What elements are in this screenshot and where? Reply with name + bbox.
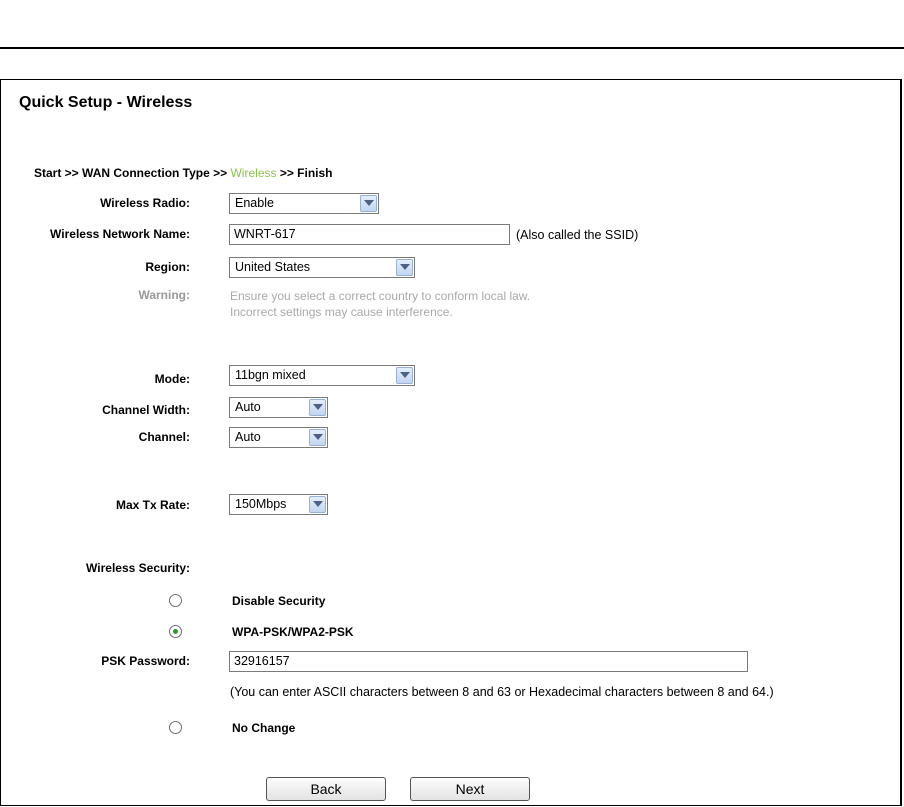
breadcrumb: Start >> WAN Connection Type >> Wireless… [34, 166, 333, 180]
network-name-label: Wireless Network Name: [50, 227, 190, 241]
disable-security-label: Disable Security [232, 594, 326, 608]
mode-select[interactable]: 11bgn mixed [229, 365, 415, 386]
channel-width-select[interactable]: Auto [229, 397, 328, 418]
region-value: United States [235, 260, 311, 274]
radio-wpa-psk[interactable] [169, 625, 182, 638]
mode-label: Mode: [154, 372, 190, 386]
next-button[interactable]: Next [410, 777, 530, 801]
chevron-down-icon[interactable] [309, 399, 326, 416]
network-name-input[interactable]: WNRT-617 [229, 224, 510, 245]
warning-label: Warning: [138, 288, 190, 302]
wpa-psk-label: WPA-PSK/WPA2-PSK [232, 625, 354, 639]
chevron-down-icon[interactable] [309, 496, 326, 513]
region-select[interactable]: United States [229, 257, 415, 278]
channel-label: Channel: [138, 430, 190, 444]
max-tx-rate-value: 150Mbps [235, 497, 287, 511]
chevron-down-icon[interactable] [396, 259, 413, 276]
channel-width-value: Auto [235, 400, 261, 414]
back-button[interactable]: Back [266, 777, 386, 801]
breadcrumb-after: >> Finish [276, 166, 333, 180]
radio-disable-security[interactable] [169, 594, 182, 607]
chevron-down-icon[interactable] [309, 429, 326, 446]
chevron-down-icon[interactable] [360, 195, 377, 212]
psk-hint: (You can enter ASCII characters between … [230, 685, 774, 699]
chevron-down-icon[interactable] [396, 367, 413, 384]
max-tx-rate-label: Max Tx Rate: [115, 498, 190, 512]
channel-select[interactable]: Auto [229, 427, 328, 448]
wireless-radio-select[interactable]: Enable [229, 193, 379, 214]
breadcrumb-current: Wireless [230, 166, 277, 180]
mode-value: 11bgn mixed [235, 368, 306, 382]
wireless-radio-label: Wireless Radio: [100, 196, 190, 210]
psk-password-label: PSK Password: [101, 654, 190, 668]
psk-password-input[interactable]: 32916157 [229, 651, 748, 672]
max-tx-rate-select[interactable]: 150Mbps [229, 494, 328, 515]
no-change-label: No Change [232, 721, 296, 735]
page-title: Quick Setup - Wireless [19, 94, 193, 111]
warning-line-1: Ensure you select a correct country to c… [230, 289, 531, 303]
channel-value: Auto [235, 430, 261, 444]
channel-width-label: Channel Width: [102, 403, 190, 417]
warning-text: Ensure you select a correct country to c… [230, 288, 530, 320]
wireless-security-label: Wireless Security: [86, 561, 190, 575]
top-divider [0, 47, 904, 49]
region-label: Region: [145, 260, 190, 274]
breadcrumb-before: Start >> WAN Connection Type >> [34, 166, 231, 180]
wireless-radio-value: Enable [235, 196, 274, 210]
ssid-note: (Also called the SSID) [516, 228, 639, 242]
radio-no-change[interactable] [169, 721, 182, 734]
warning-line-2: Incorrect settings may cause interferenc… [230, 305, 453, 319]
